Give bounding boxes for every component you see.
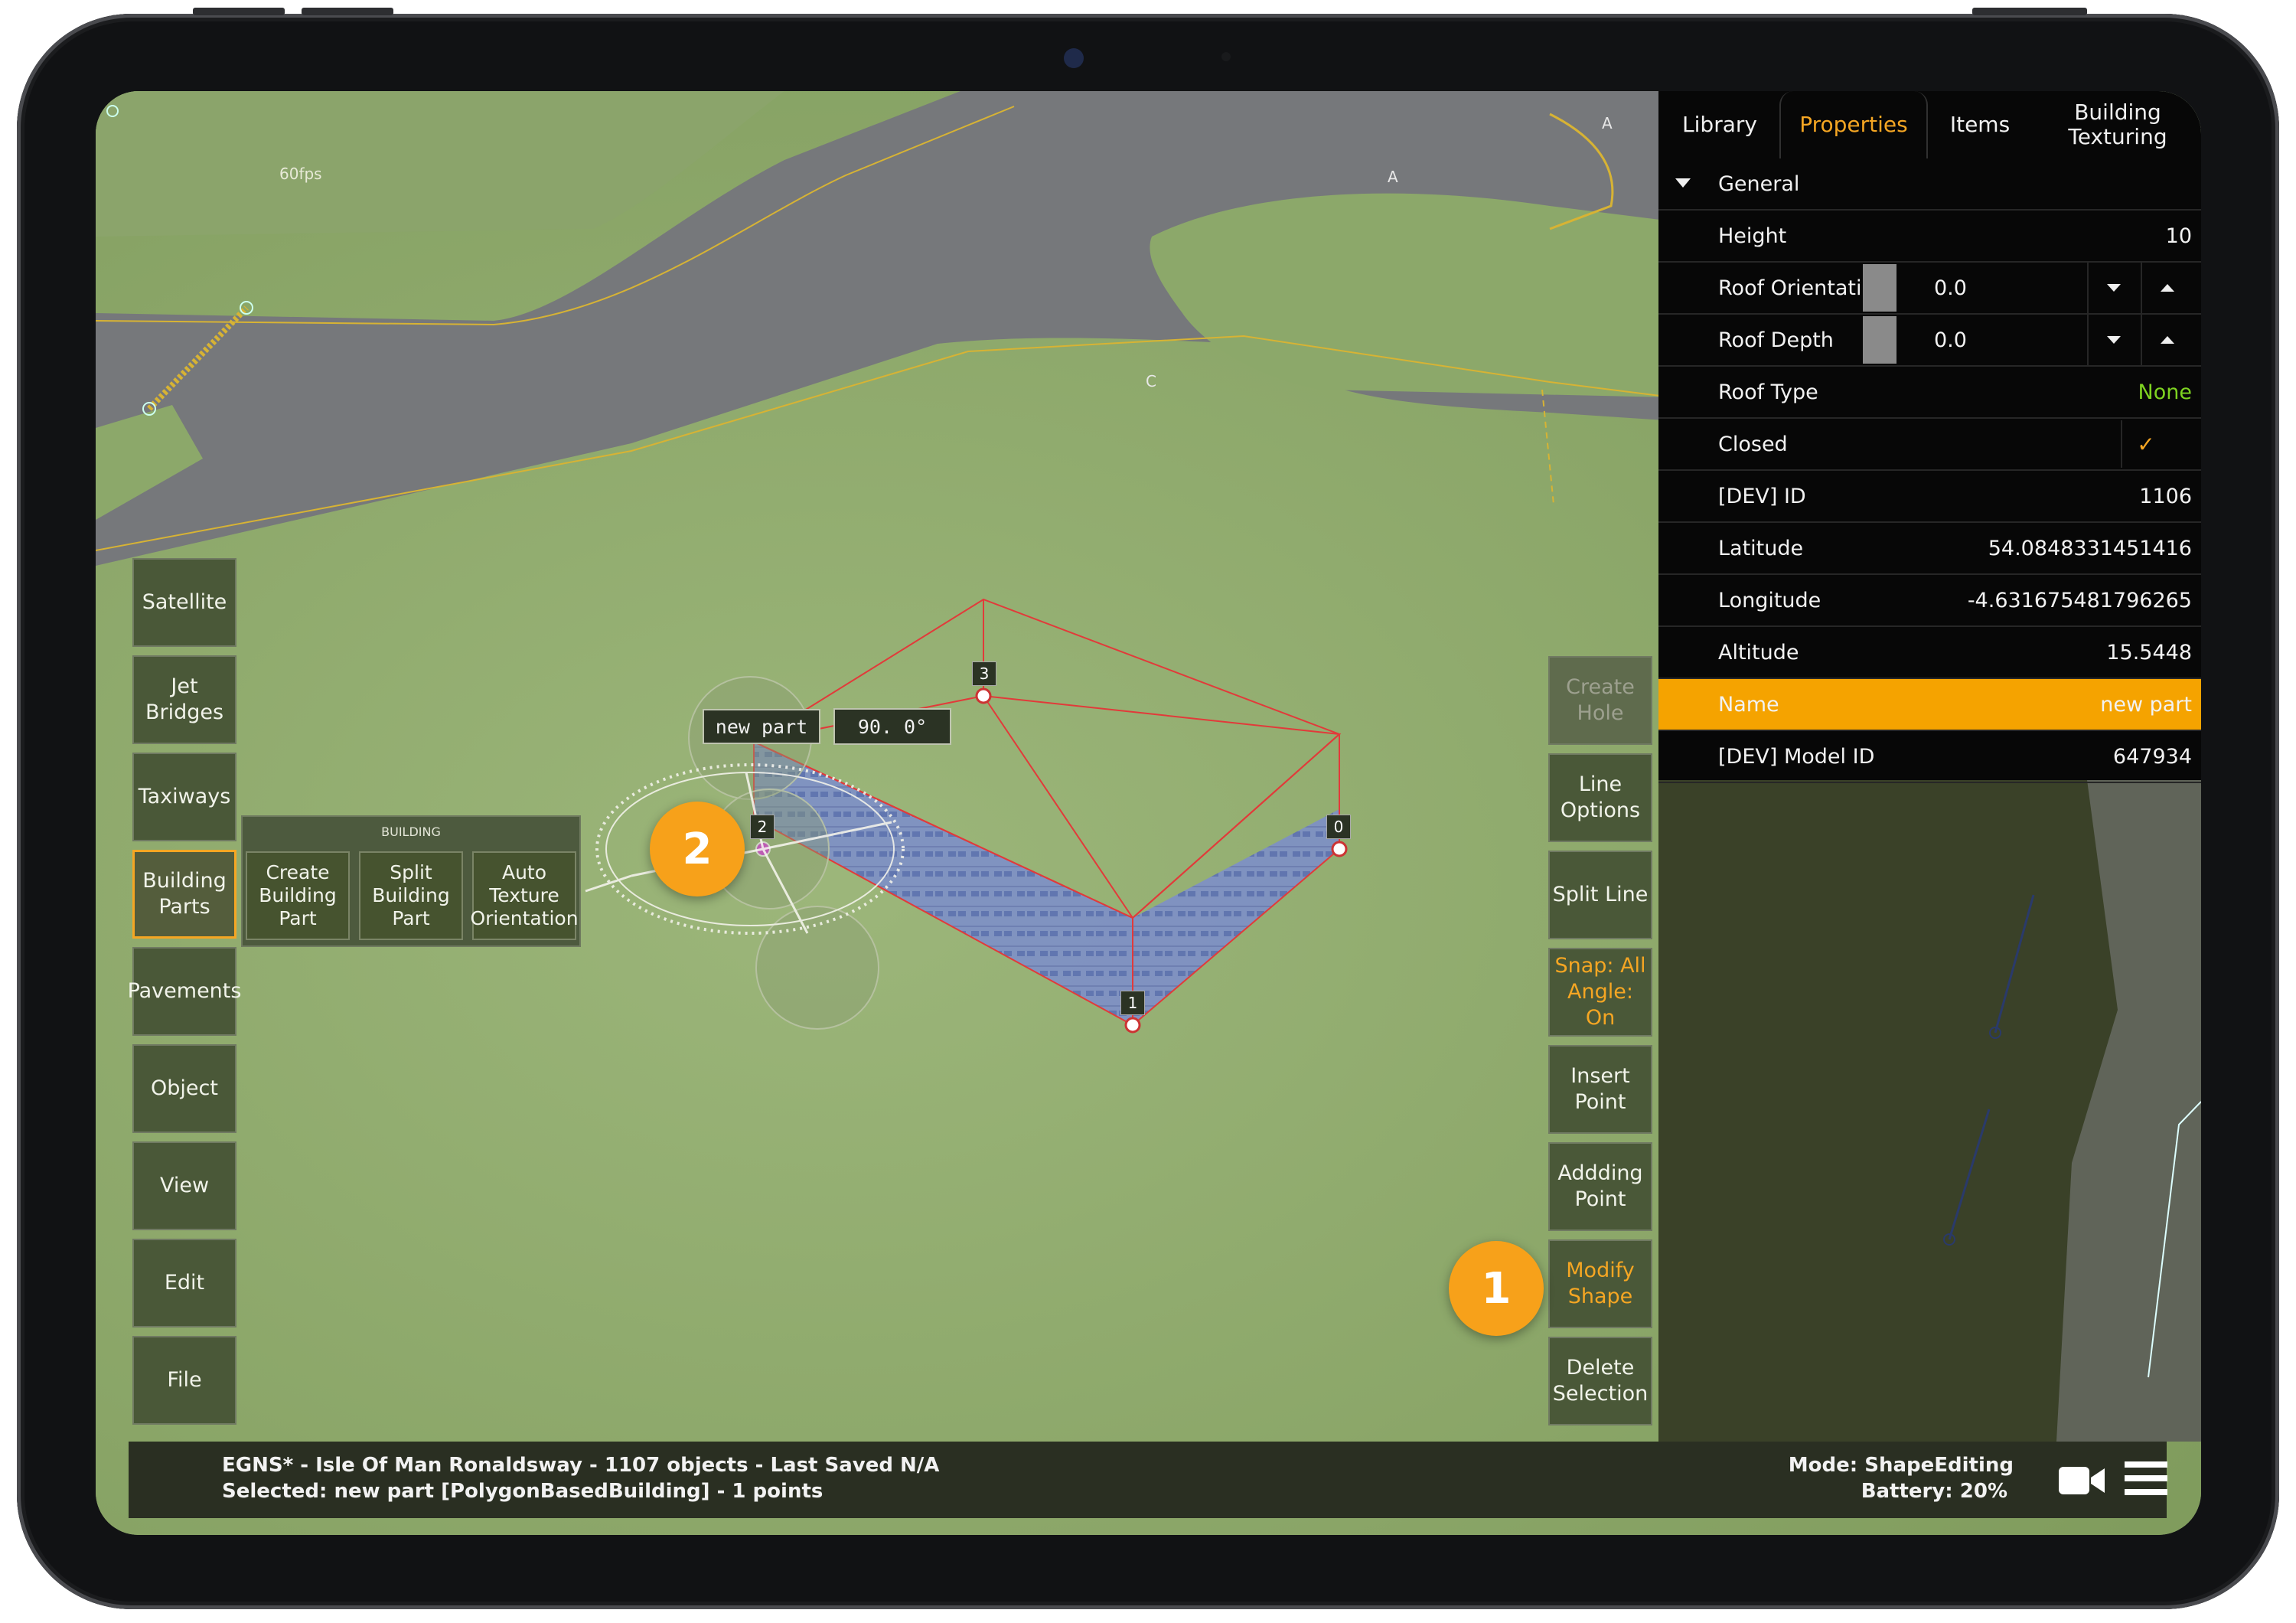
property-name[interactable]: Name new part	[1658, 679, 2201, 731]
fps-counter: 60fps	[279, 165, 322, 183]
latitude-value[interactable]: 54.0848331451416	[1988, 523, 2192, 573]
file-button[interactable]: File	[132, 1336, 236, 1425]
satellite-button[interactable]: Satellite	[132, 558, 236, 647]
menu-icon[interactable]	[2123, 1457, 2169, 1500]
increment-icon[interactable]	[2141, 315, 2194, 365]
property-latitude[interactable]: Latitude 54.0848331451416	[1658, 523, 2201, 575]
vertex-label-2[interactable]: 2	[750, 815, 775, 839]
roof-depth-slider[interactable]	[1863, 316, 1896, 364]
vertex-label-3[interactable]: 3	[972, 661, 996, 686]
longitude-value[interactable]: -4.631675481796265	[1968, 575, 2192, 625]
view-button[interactable]: View	[132, 1141, 236, 1230]
property-label: Latitude	[1718, 536, 1804, 560]
sensor-icon	[1221, 52, 1231, 61]
power-button	[1972, 8, 2087, 15]
edit-button[interactable]: Edit	[132, 1239, 236, 1327]
property-roof-depth[interactable]: Roof Depth 0.0	[1658, 315, 2201, 367]
app-screen: 60fps A A C new part 90. 0° 3 0 1 2 Sate…	[96, 91, 2201, 1535]
minimap-area	[1658, 780, 2201, 1442]
tab-building-texturing[interactable]: Building Texturing	[2041, 91, 2194, 158]
angle-tag: 90. 0°	[833, 708, 951, 745]
split-line-button[interactable]: Split Line	[1548, 851, 1652, 939]
property-height[interactable]: Height 10	[1658, 211, 2201, 263]
volume-button	[302, 8, 393, 15]
modify-shape-button[interactable]: Modify Shape	[1548, 1239, 1652, 1328]
collapse-triangle-icon[interactable]	[1675, 178, 1691, 188]
property-label: [DEV] Model ID	[1718, 744, 1875, 769]
delete-selection-button[interactable]: Delete Selection	[1548, 1337, 1652, 1425]
part-name-tag: new part	[703, 709, 820, 744]
property-label: Height	[1718, 224, 1787, 248]
building-flyout: BUILDING Create Building Part Split Buil…	[241, 815, 581, 947]
front-camera-icon	[1064, 48, 1084, 68]
status-line-1: EGNS* - Isle Of Man Ronaldsway - 1107 ob…	[222, 1454, 940, 1477]
auto-texture-orientation-button[interactable]: Auto Texture Orientation	[470, 851, 579, 940]
create-building-part-button[interactable]: Create Building Part	[246, 851, 350, 940]
property-closed[interactable]: Closed ✓	[1658, 419, 2201, 471]
property-label: Name	[1718, 692, 1779, 717]
vertex-label-1[interactable]: 1	[1120, 991, 1145, 1015]
building-flyout-title: BUILDING	[381, 825, 441, 839]
dev-id-value: 1106	[2139, 484, 2192, 508]
tab-items[interactable]: Items	[1926, 91, 2033, 158]
section-general[interactable]: General	[1658, 158, 2201, 211]
altitude-value[interactable]: 15.5448	[2106, 627, 2192, 678]
adding-point-button[interactable]: Addding Point	[1548, 1142, 1652, 1231]
increment-icon[interactable]	[2141, 263, 2194, 313]
property-label: Closed	[1718, 432, 1788, 456]
taxiway-label-a: A	[1388, 168, 1398, 186]
status-line-2: Selected: new part [PolygonBasedBuilding…	[222, 1480, 823, 1503]
height-value[interactable]: 10	[2166, 211, 2192, 261]
object-button[interactable]: Object	[132, 1044, 236, 1133]
roof-orientation-value[interactable]: 0.0	[1934, 263, 1967, 313]
split-building-part-button[interactable]: Split Building Part	[359, 851, 463, 940]
properties-panel: Library Properties Items Building Textur…	[1658, 91, 2201, 783]
taxiways-button[interactable]: Taxiways	[132, 753, 236, 841]
taxiway-label-c: C	[1146, 372, 1156, 390]
create-hole-button[interactable]: Create Hole	[1548, 656, 1652, 745]
pavements-button[interactable]: Pavements	[128, 947, 241, 1036]
section-title: General	[1718, 171, 1800, 196]
battery-indicator: Battery: 20%	[1861, 1480, 2007, 1503]
name-value[interactable]: new part	[2100, 679, 2192, 730]
property-label: Altitude	[1718, 640, 1799, 665]
property-longitude[interactable]: Longitude -4.631675481796265	[1658, 575, 2201, 627]
panel-tabs: Library Properties Items Building Textur…	[1658, 91, 2201, 158]
decrement-icon[interactable]	[2087, 263, 2141, 313]
mode-indicator: Mode: ShapeEditing	[1788, 1454, 2014, 1477]
vertex-label-0[interactable]: 0	[1326, 815, 1351, 839]
callout-badge-2: 2	[650, 802, 745, 896]
volume-button	[193, 8, 285, 15]
camera-icon[interactable]	[2057, 1461, 2106, 1501]
closed-checkbox[interactable]: ✓	[2121, 420, 2170, 468]
status-bar: EGNS* - Isle Of Man Ronaldsway - 1107 ob…	[129, 1442, 2167, 1518]
property-label: [DEV] ID	[1718, 484, 1806, 508]
building-parts-button[interactable]: Building Parts	[132, 850, 236, 939]
dev-model-id-value: 647934	[2112, 744, 2192, 769]
property-label: Roof Depth	[1718, 328, 1834, 352]
property-altitude[interactable]: Altitude 15.5448	[1658, 627, 2201, 679]
callout-badge-1: 1	[1449, 1241, 1544, 1336]
insert-point-button[interactable]: Insert Point	[1548, 1045, 1652, 1134]
property-dev-id: [DEV] ID 1106	[1658, 471, 2201, 523]
jet-bridges-button[interactable]: Jet Bridges	[132, 655, 236, 744]
roof-type-value[interactable]: None	[2138, 367, 2192, 417]
snap-angle-toggle[interactable]: Snap: All Angle: On	[1548, 948, 1652, 1037]
tab-library[interactable]: Library	[1658, 91, 1781, 158]
line-options-button[interactable]: Line Options	[1548, 753, 1652, 842]
property-label: Longitude	[1718, 588, 1821, 612]
property-dev-model-id: [DEV] Model ID 647934	[1658, 731, 2201, 783]
roof-orientation-slider[interactable]	[1863, 264, 1896, 312]
roof-depth-value[interactable]: 0.0	[1934, 315, 1967, 365]
property-label: Roof Type	[1718, 380, 1818, 404]
taxiway-label-a: A	[1602, 114, 1613, 132]
tab-properties[interactable]: Properties	[1779, 91, 1928, 158]
decrement-icon[interactable]	[2087, 315, 2141, 365]
property-roof-orientation[interactable]: Roof Orientation 0.0	[1658, 263, 2201, 315]
property-label: Roof Orientation	[1718, 276, 1864, 300]
property-roof-type[interactable]: Roof Type None	[1658, 367, 2201, 419]
